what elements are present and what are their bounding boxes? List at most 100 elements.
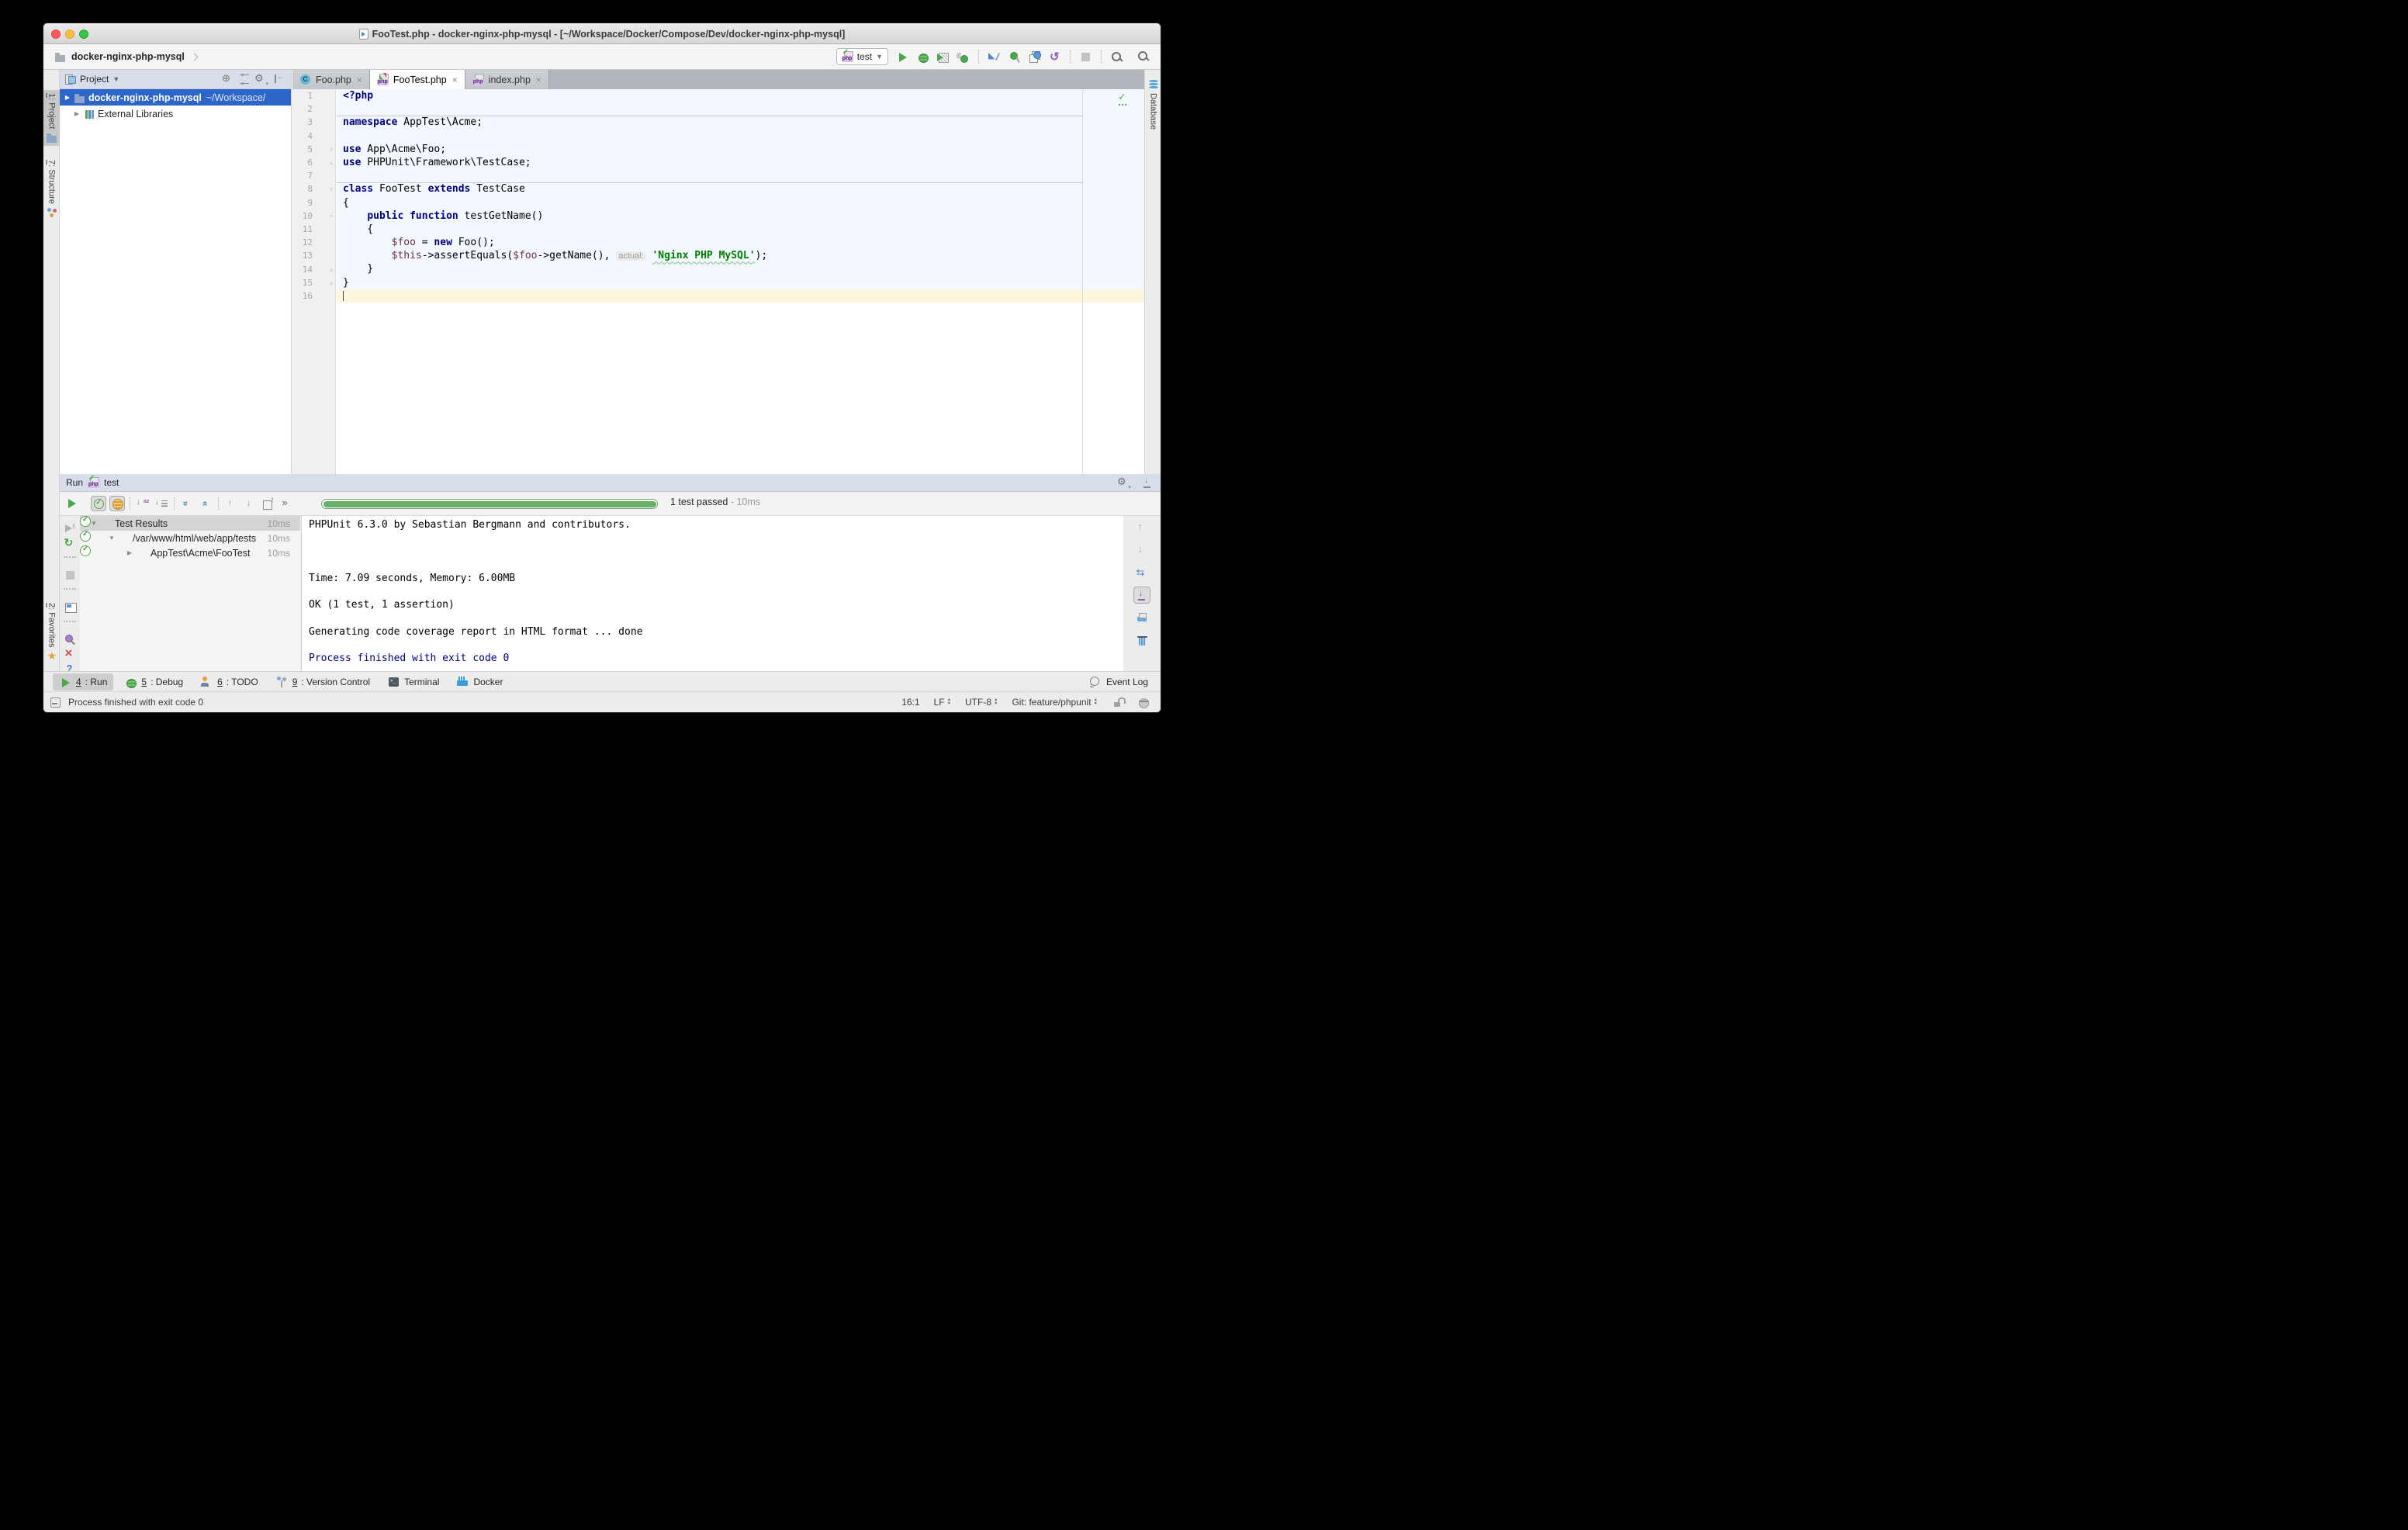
search-everywhere-icon[interactable] — [1137, 50, 1150, 63]
rerun-failed-icon[interactable] — [64, 522, 77, 531]
toolwindow-button-terminal[interactable]: Terminal — [381, 673, 445, 691]
close-icon[interactable]: × — [357, 74, 362, 85]
collapse-all-small-icon[interactable] — [240, 74, 249, 84]
code-line[interactable]: class FooTest extends TestCase — [337, 182, 1144, 196]
tab-foo-php[interactable]: Foo.php× — [292, 70, 370, 89]
update-project-icon[interactable] — [988, 50, 1001, 64]
close-icon[interactable]: × — [452, 74, 458, 85]
sidebar-item-database[interactable]: Database — [1145, 76, 1161, 133]
sidebar-item-project[interactable]: 1: Project — [43, 90, 60, 146]
code-line[interactable]: public function testGetName() — [337, 209, 1144, 223]
code-line[interactable]: { — [337, 223, 1144, 236]
settings-icon[interactable] — [254, 73, 268, 86]
soft-wrap-button[interactable] — [1133, 564, 1150, 581]
next-occurrence-button[interactable] — [242, 496, 258, 511]
code-line[interactable] — [337, 289, 1144, 303]
expand-all-button[interactable] — [179, 496, 195, 511]
fold-marker-icon[interactable]: ▿ — [327, 143, 336, 156]
close-icon[interactable] — [64, 648, 77, 656]
fold-marker-icon[interactable]: ▵ — [327, 263, 336, 276]
search-everywhere-icon[interactable] — [1110, 50, 1123, 64]
sort-by-duration-button[interactable] — [154, 496, 169, 511]
run-with-coverage-icon[interactable] — [936, 50, 950, 64]
sort-alphabetically-button[interactable] — [135, 496, 150, 511]
toggle-auto-test-icon[interactable] — [64, 537, 77, 545]
previous-occurrence-button[interactable] — [223, 496, 239, 511]
commit-changes-icon[interactable] — [1008, 50, 1021, 64]
toolwindow-button-versioncontrol[interactable]: 9: Version Control — [269, 673, 376, 691]
attach-debugger-icon[interactable] — [957, 50, 970, 64]
code-line[interactable] — [337, 102, 1144, 116]
code-line[interactable]: } — [337, 276, 1144, 289]
run-configuration-select[interactable]: ✓ test ▼ — [836, 48, 888, 65]
sidebar-item-structure[interactable]: 7: Structure — [43, 157, 60, 220]
event-log-button[interactable]: Event Log — [1088, 675, 1161, 688]
code-line[interactable]: use App\Acme\Foo; — [337, 143, 1144, 156]
status-widget-16[interactable]: 16:1 — [901, 697, 919, 708]
toolwindow-button-debug[interactable]: 5: Debug — [118, 673, 189, 691]
toolwindow-button-run[interactable]: 4: Run — [53, 673, 113, 691]
local-history-icon[interactable] — [1028, 50, 1041, 64]
project-root-row[interactable]: ▶ docker-nginx-php-mysql ~/Workspace/ — [60, 89, 291, 106]
sidebar-item-favorites[interactable]: 2: Favorites — [43, 600, 60, 664]
show-ignored-button[interactable] — [109, 496, 125, 511]
scroll-down-button[interactable] — [1133, 542, 1150, 559]
rerun-tests-icon[interactable] — [65, 497, 78, 510]
code-line[interactable]: { — [337, 196, 1144, 209]
expand-arrow-icon[interactable]: ▶ — [123, 549, 136, 556]
more-chevron-button[interactable] — [279, 496, 295, 511]
scroll-up-button[interactable] — [1133, 519, 1150, 536]
stop-icon[interactable] — [1079, 50, 1092, 64]
inspection-ok-icon[interactable] — [1118, 92, 1130, 106]
breadcrumb-project[interactable]: docker-nginx-php-mysql — [71, 51, 185, 62]
fold-marker-icon[interactable]: ▵ — [327, 276, 336, 289]
hector-inspections-icon[interactable] — [1138, 697, 1150, 708]
collapse-arrow-icon[interactable]: ▼ — [106, 535, 118, 542]
chevron-down-icon[interactable]: ▼ — [112, 75, 119, 83]
test-tree-row[interactable]: ▶AppTest\Acme\FooTest10ms — [80, 545, 300, 560]
status-widget-utf8[interactable]: UTF-8▲▼ — [965, 697, 998, 708]
breadcrumb[interactable]: docker-nginx-php-mysql — [54, 44, 197, 69]
code-line[interactable]: $this->assertEquals($foo->getName(), act… — [337, 249, 1144, 262]
console-output[interactable]: PHPUnit 6.3.0 by Sebastian Bergmann and … — [301, 516, 1123, 671]
lock-icon[interactable] — [1112, 697, 1124, 708]
code-line[interactable]: namespace AppTest\Acme; — [337, 116, 1144, 129]
project-panel-header[interactable]: Project ▼ — [60, 70, 291, 89]
run-icon[interactable] — [896, 50, 909, 64]
hide-down-icon[interactable] — [1141, 476, 1154, 490]
debug-icon[interactable] — [916, 50, 929, 64]
toolwindow-button-docker[interactable]: Docker — [450, 673, 509, 691]
tab-footest-php[interactable]: FooTest.php× — [370, 70, 465, 89]
toolwindow-button-todo[interactable]: 6: TODO — [194, 673, 265, 691]
pin-tab-icon[interactable] — [64, 633, 77, 642]
settings-icon[interactable] — [1117, 476, 1130, 490]
run-panel-header[interactable]: Run ✓ test — [60, 474, 1161, 492]
expand-arrow-icon[interactable]: ▶ — [71, 110, 83, 117]
code-line[interactable]: $foo = new Foo(); — [337, 236, 1144, 249]
code-line[interactable]: <?php — [337, 89, 1144, 102]
code-line[interactable]: } — [337, 262, 1144, 275]
status-widget-git[interactable]: Git: feature/phpunit▲▼ — [1012, 697, 1098, 708]
code-editor[interactable]: 12345▿6▵78▿910▿11121314▵15▵16 <?phpnames… — [292, 89, 1144, 474]
toolwindow-toggle-icon[interactable] — [50, 697, 61, 708]
restore-layout-icon[interactable] — [64, 601, 77, 609]
print-button[interactable] — [1133, 609, 1150, 626]
status-widget-lf[interactable]: LF▲▼ — [934, 697, 951, 708]
help-icon[interactable] — [64, 663, 77, 671]
test-tree-row[interactable]: ▼/var/www/html/web/app/tests10ms — [80, 531, 300, 545]
locate-icon[interactable] — [221, 73, 234, 86]
rollback-icon[interactable] — [1048, 50, 1061, 64]
export-test-results-button[interactable] — [261, 496, 276, 511]
fold-marker-icon[interactable]: ▵ — [327, 156, 336, 169]
expand-arrow-icon[interactable]: ▶ — [61, 94, 74, 101]
tab-index-php[interactable]: index.php× — [465, 70, 549, 89]
close-icon[interactable]: × — [536, 74, 541, 85]
collapse-all-button[interactable] — [198, 496, 213, 511]
hide-left-icon[interactable] — [273, 73, 286, 86]
fold-marker-icon[interactable]: ▿ — [327, 182, 336, 196]
code-line[interactable] — [337, 130, 1144, 143]
test-tree-row[interactable]: ▼Test Results10ms — [80, 516, 300, 531]
scroll-to-end-button[interactable] — [1133, 587, 1150, 604]
code-line[interactable]: use PHPUnit\Framework\TestCase; — [337, 156, 1144, 169]
external-libraries-row[interactable]: ▶ External Libraries — [60, 106, 291, 122]
